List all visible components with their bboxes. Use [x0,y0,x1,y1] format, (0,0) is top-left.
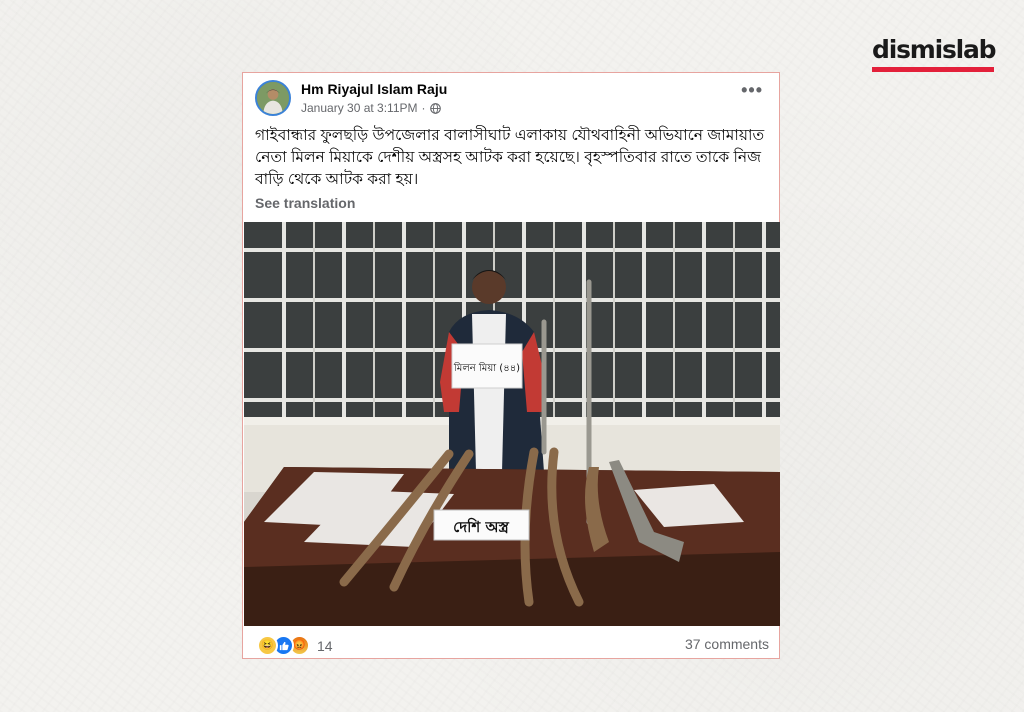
haha-reaction-icon: 😆 [257,635,278,656]
logo-text: dismislab [872,35,997,64]
facebook-post-card: Hm Riyajul Islam Raju January 30 at 3:11… [242,72,780,659]
post-footer: 😆 😡 14 37 comments [243,626,779,659]
reactions-summary[interactable]: 😆 😡 14 [257,635,333,656]
post-timestamp[interactable]: January 30 at 3:11PM [301,101,418,115]
logo-underline [872,67,994,72]
table-placard: দেশি অস্ত্র [453,517,509,536]
author-avatar[interactable] [255,80,291,116]
post-text: গাইবান্ধার ফুলছড়ি উপজেলার বালাসীঘাট এলা… [255,127,765,188]
photo-illustration: মিলন মিয়া (৪৪) দেশি অস্ত্র [244,222,780,626]
post-meta: January 30 at 3:11PM · [301,101,441,115]
reaction-count[interactable]: 14 [317,638,333,654]
globe-icon [429,102,441,114]
author-name[interactable]: Hm Riyajul Islam Raju [301,81,447,97]
comments-count[interactable]: 37 comments [685,636,769,652]
meta-separator: · [421,101,426,115]
see-translation-link[interactable]: See translation [255,195,355,211]
dismislab-logo: dismislab [872,35,997,72]
name-placard: মিলন মিয়া (৪৪) [453,362,520,374]
post-photo[interactable]: মিলন মিয়া (৪৪) দেশি অস্ত্র [244,222,780,626]
more-options-icon[interactable]: ••• [741,81,763,99]
